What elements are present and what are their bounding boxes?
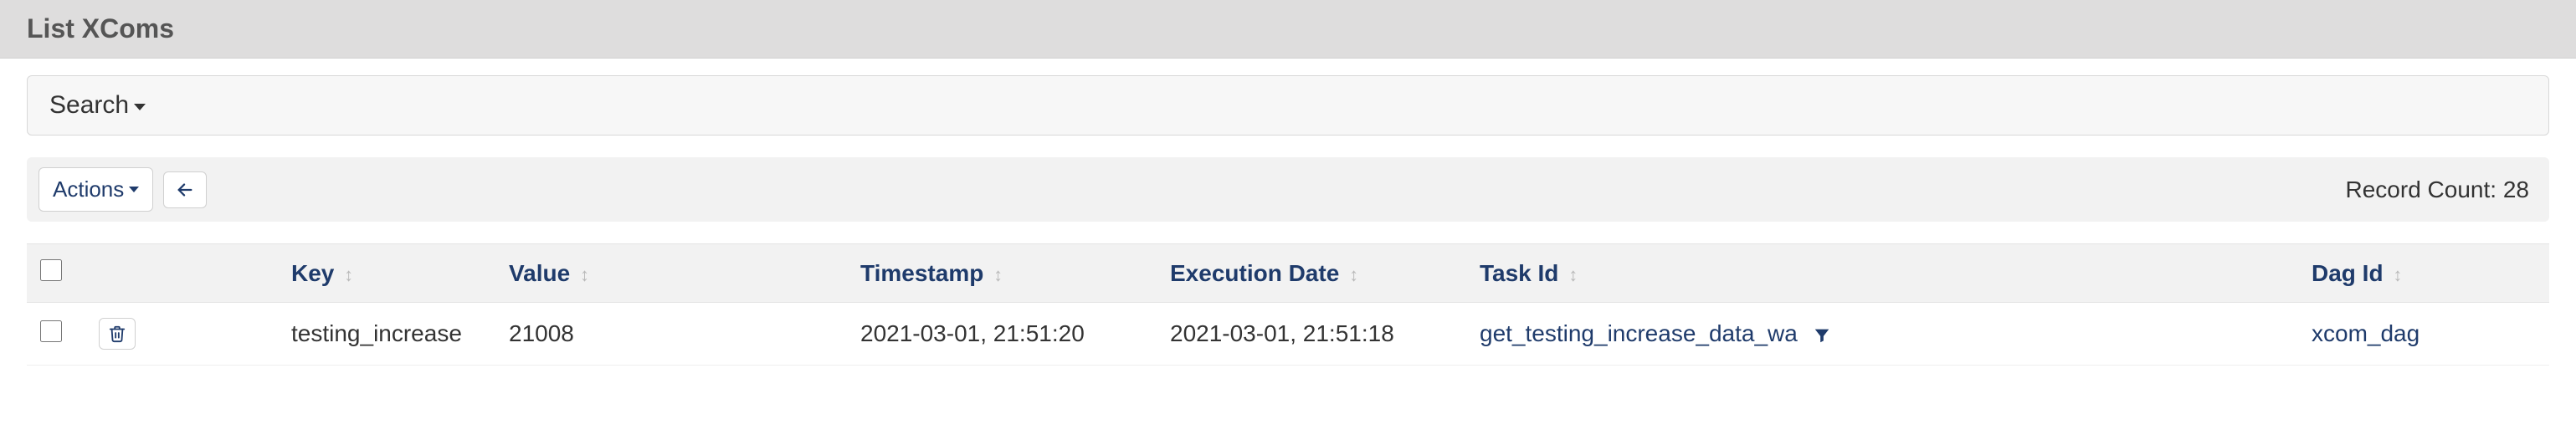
cell-dag-id: xcom_dag	[2298, 303, 2549, 366]
header-key[interactable]: Key ↕	[278, 244, 495, 303]
record-count-value: 28	[2503, 176, 2529, 202]
row-checkbox[interactable]	[40, 320, 62, 342]
header-select-all	[27, 244, 85, 303]
caret-down-icon	[129, 187, 139, 192]
search-panel: Search	[27, 75, 2549, 136]
header-execution-date[interactable]: Execution Date ↕	[1157, 244, 1466, 303]
row-actions	[99, 318, 264, 350]
cell-timestamp: 2021-03-01, 21:51:20	[847, 303, 1157, 366]
sort-icon: ↕	[344, 264, 353, 285]
actions-dropdown[interactable]: Actions	[38, 167, 153, 212]
sort-icon: ↕	[993, 264, 1003, 285]
cell-actions	[85, 303, 278, 366]
sort-icon: ↕	[580, 264, 589, 285]
search-toggle[interactable]: Search	[49, 91, 146, 120]
content: Search Actions Record Count: 28	[0, 59, 2576, 382]
xcoms-table-wrap: Key ↕ Value ↕ Timestamp ↕ Execution Date…	[27, 243, 2549, 366]
actions-label: Actions	[53, 176, 124, 202]
header-dag-id-label: Dag Id	[2312, 260, 2384, 286]
header-task-id[interactable]: Task Id ↕	[1466, 244, 2298, 303]
table-header-row: Key ↕ Value ↕ Timestamp ↕ Execution Date…	[27, 244, 2549, 303]
table-row: testing_increase 21008 2021-03-01, 21:51…	[27, 303, 2549, 366]
sort-icon: ↕	[1349, 264, 1358, 285]
filter-icon[interactable]	[1813, 326, 1831, 345]
back-button[interactable]	[163, 171, 207, 208]
sort-icon: ↕	[2393, 264, 2402, 285]
header-value-label: Value	[509, 260, 570, 286]
toolbar: Actions Record Count: 28	[27, 157, 2549, 222]
caret-down-icon	[134, 104, 146, 110]
header-actions	[85, 244, 278, 303]
toolbar-left: Actions	[38, 167, 207, 212]
trash-icon	[108, 324, 126, 344]
xcoms-table: Key ↕ Value ↕ Timestamp ↕ Execution Date…	[27, 243, 2549, 366]
sort-icon: ↕	[1568, 264, 1578, 285]
dag-id-link[interactable]: xcom_dag	[2312, 320, 2419, 346]
search-label: Search	[49, 91, 129, 120]
delete-button[interactable]	[99, 318, 136, 350]
header-timestamp-label: Timestamp	[860, 260, 983, 286]
cell-checkbox	[27, 303, 85, 366]
arrow-left-icon	[176, 181, 194, 199]
page-title: List XComs	[27, 13, 2549, 44]
record-count: Record Count: 28	[2346, 176, 2538, 203]
header-task-id-label: Task Id	[1480, 260, 1558, 286]
record-count-label: Record Count:	[2346, 176, 2497, 202]
cell-value: 21008	[495, 303, 847, 366]
task-id-link[interactable]: get_testing_increase_data_wa	[1480, 320, 1798, 346]
select-all-checkbox[interactable]	[40, 259, 62, 281]
cell-execution-date: 2021-03-01, 21:51:18	[1157, 303, 1466, 366]
header-dag-id[interactable]: Dag Id ↕	[2298, 244, 2549, 303]
cell-key: testing_increase	[278, 303, 495, 366]
header-value[interactable]: Value ↕	[495, 244, 847, 303]
cell-task-id: get_testing_increase_data_wa	[1466, 303, 2298, 366]
header-execution-date-label: Execution Date	[1170, 260, 1339, 286]
header-key-label: Key	[291, 260, 334, 286]
header-timestamp[interactable]: Timestamp ↕	[847, 244, 1157, 303]
page-header: List XComs	[0, 0, 2576, 59]
